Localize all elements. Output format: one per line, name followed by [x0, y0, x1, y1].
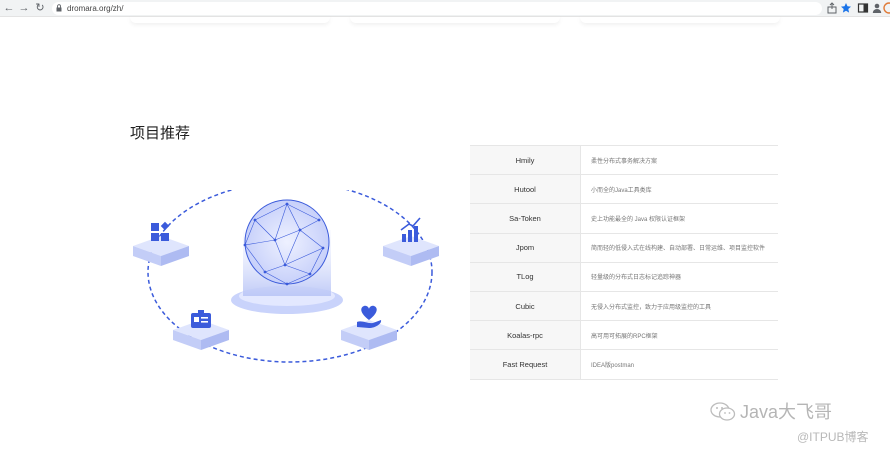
- growth-chart-icon: [383, 217, 439, 266]
- table-row[interactable]: Hutool 小而全的Java工具类库: [470, 174, 778, 205]
- project-desc: 小而全的Java工具类库: [580, 174, 778, 205]
- table-row[interactable]: Jpom 简而轻的低侵入式在线构建、自动部署、日常运维、项目监控软件: [470, 233, 778, 263]
- project-desc: 无侵入分布式监控，致力于应用级监控的工具: [580, 291, 778, 322]
- browser-toolbar: ← → ↻ dromara.org/zh/: [0, 0, 890, 17]
- project-desc: 高可用可拓展的RPC框架: [580, 320, 778, 351]
- forward-button[interactable]: →: [17, 1, 31, 15]
- reload-button[interactable]: ↻: [33, 1, 47, 15]
- project-name[interactable]: TLog: [470, 262, 581, 292]
- watermark-author: Java大飞哥: [740, 402, 833, 422]
- lock-icon: [56, 4, 62, 12]
- ecosystem-illustration: [133, 190, 439, 363]
- project-name[interactable]: Hutool: [470, 174, 581, 205]
- section-title: 项目推荐: [130, 125, 191, 142]
- wechat-icon: [710, 402, 736, 421]
- apps-icon: [133, 221, 189, 266]
- card-bottom: [580, 16, 780, 23]
- address-bar[interactable]: dromara.org/zh/: [52, 2, 822, 15]
- project-table: Hmily 柔性分布式事务解决方案 Hutool 小而全的Java工具类库 Sa…: [470, 144, 778, 380]
- project-desc: 柔性分布式事务解决方案: [580, 144, 778, 176]
- project-desc: IDEA版postman: [580, 349, 778, 380]
- extension-icon[interactable]: [883, 2, 890, 14]
- project-name[interactable]: Hmily: [470, 144, 581, 176]
- table-row[interactable]: Hmily 柔性分布式事务解决方案: [470, 144, 778, 176]
- bookmark-star-icon[interactable]: [840, 2, 852, 14]
- table-row[interactable]: Koalas-rpc 高可用可拓展的RPC框架: [470, 320, 778, 351]
- project-name[interactable]: Sa-Token: [470, 203, 581, 234]
- project-desc: 轻量级的分布式日志标记追踪神器: [580, 262, 778, 292]
- table-row[interactable]: Sa-Token 史上功能最全的 Java 权限认证框架: [470, 203, 778, 234]
- url-text: dromara.org/zh/: [67, 4, 124, 13]
- project-desc: 史上功能最全的 Java 权限认证框架: [580, 203, 778, 234]
- watermark-source: @ITPUB博客: [797, 430, 869, 444]
- back-button[interactable]: ←: [2, 1, 16, 15]
- care-heart-icon: [341, 305, 397, 350]
- table-row[interactable]: Fast Request IDEA版postman: [470, 349, 778, 380]
- card-bottom: [130, 16, 330, 23]
- project-name[interactable]: Cubic: [470, 291, 581, 322]
- id-card-icon: [173, 310, 229, 350]
- project-desc: 简而轻的低侵入式在线构建、自动部署、日常运维、项目监控软件: [580, 233, 778, 263]
- table-row[interactable]: TLog 轻量级的分布式日志标记追踪神器: [470, 262, 778, 292]
- profile-icon[interactable]: [871, 2, 883, 14]
- table-row[interactable]: Cubic 无侵入分布式监控，致力于应用级监控的工具: [470, 291, 778, 322]
- project-name[interactable]: Jpom: [470, 233, 581, 263]
- project-name[interactable]: Fast Request: [470, 349, 581, 380]
- project-name[interactable]: Koalas-rpc: [470, 320, 581, 351]
- side-panel-icon[interactable]: [857, 2, 869, 14]
- share-icon[interactable]: [826, 2, 838, 14]
- card-bottom: [350, 16, 560, 23]
